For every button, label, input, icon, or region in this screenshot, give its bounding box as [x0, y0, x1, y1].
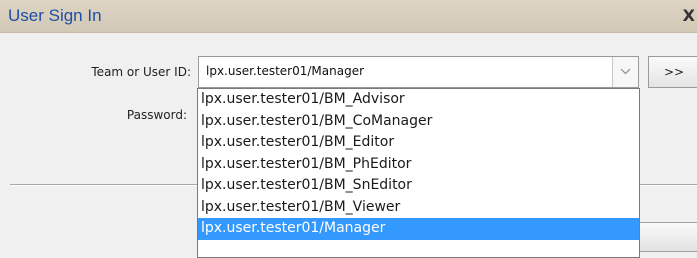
team-or-user-id-label: Team or User ID:	[91, 65, 191, 79]
window-title: User Sign In	[8, 6, 102, 25]
password-label: Password:	[126, 108, 187, 122]
dropdown-arrow-button[interactable]	[612, 57, 638, 87]
dropdown-option[interactable]: lpx.user.tester01/BM_SnEditor	[198, 175, 639, 197]
next-button[interactable]: >>	[648, 56, 697, 88]
title-bar[interactable]: User Sign In X	[0, 0, 697, 33]
sign-in-dialog: User Sign In X Team or User ID: lpx.user…	[0, 0, 697, 258]
chevron-down-icon	[620, 68, 631, 75]
dropdown-option[interactable]: lpx.user.tester01/BM_CoManager	[198, 111, 639, 133]
close-icon[interactable]: X	[683, 6, 695, 25]
dropdown-option[interactable]: lpx.user.tester01/BM_PhEditor	[198, 154, 639, 176]
dropdown-option[interactable]: lpx.user.tester01/BM_Advisor	[198, 89, 639, 111]
combobox-value: lpx.user.tester01/Manager	[206, 64, 365, 78]
dropdown-option-selected[interactable]: lpx.user.tester01/Manager	[198, 218, 639, 240]
dropdown-option[interactable]: lpx.user.tester01/BM_Viewer	[198, 197, 639, 219]
team-or-user-id-combobox[interactable]: lpx.user.tester01/Manager	[198, 56, 639, 88]
user-id-dropdown-list[interactable]: lpx.user.tester01/BM_Advisor lpx.user.te…	[197, 88, 640, 258]
dropdown-option[interactable]: lpx.user.tester01/BM_Editor	[198, 132, 639, 154]
